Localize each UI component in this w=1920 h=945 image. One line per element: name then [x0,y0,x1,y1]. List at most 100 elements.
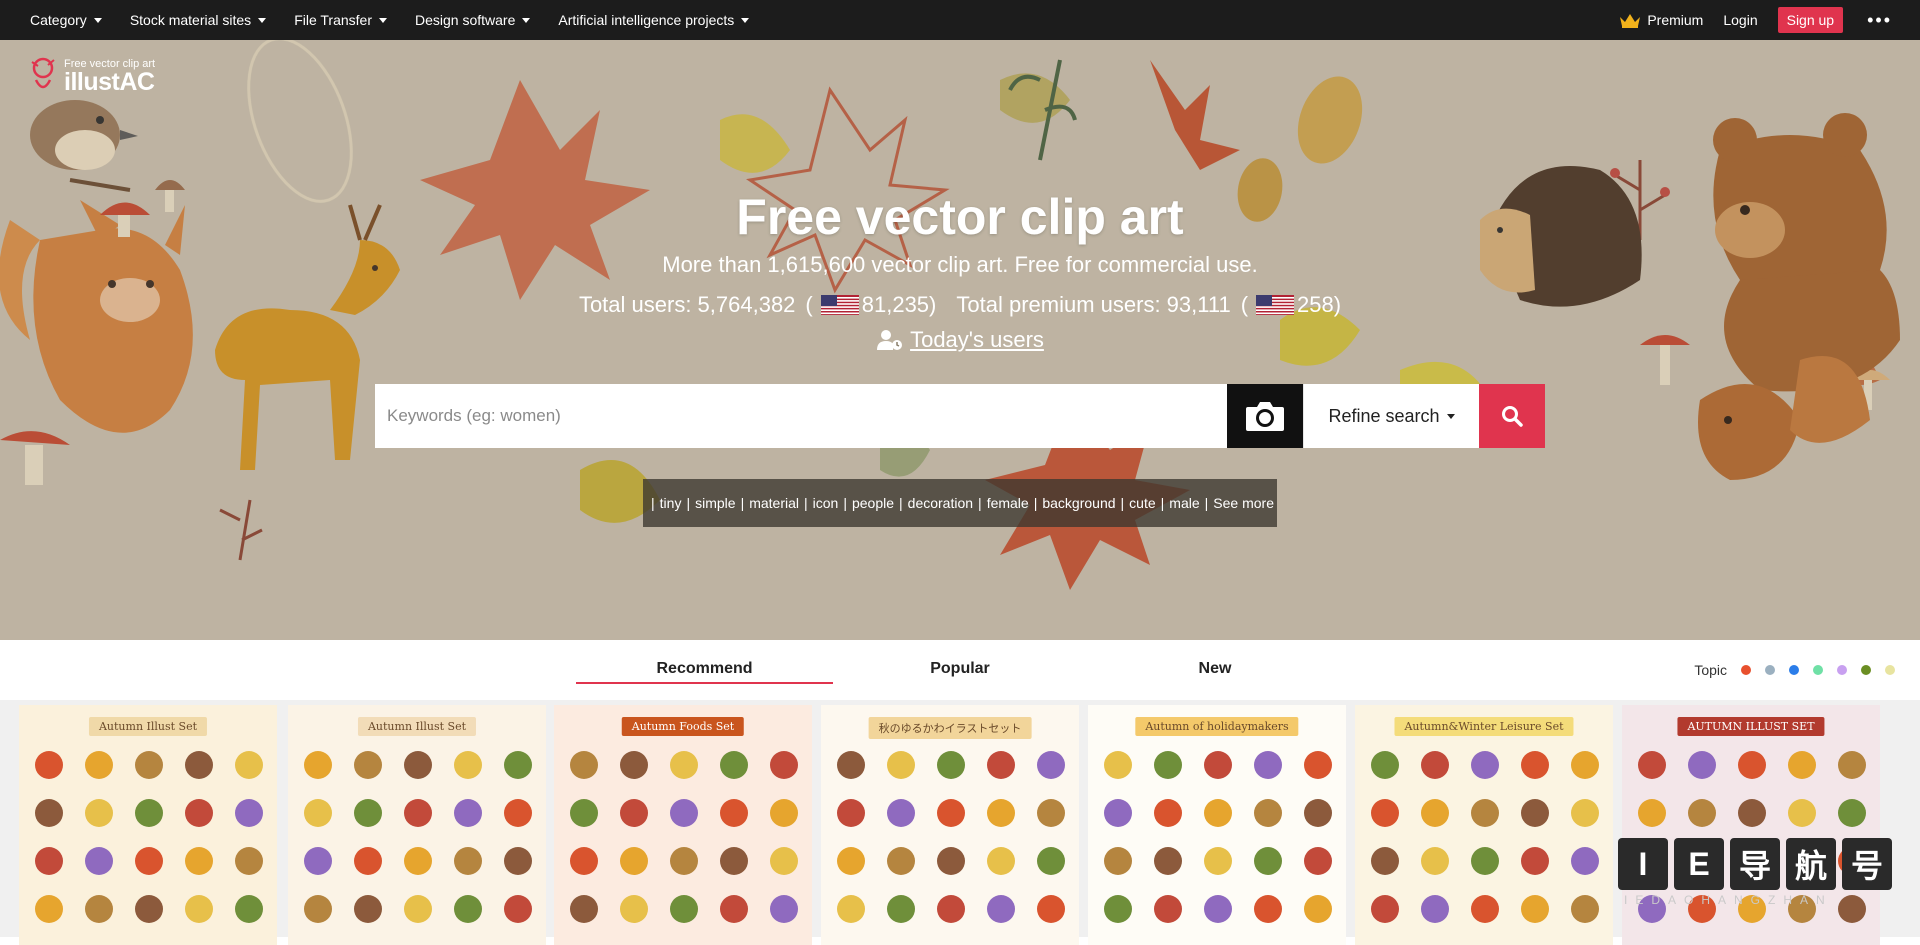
tag-separator: | [686,495,691,511]
clipart-item [35,847,63,875]
clipart-thumbnail [1371,751,1599,923]
clipart-item [770,799,798,827]
open-paren: ( [805,292,813,317]
tag-link[interactable]: tiny [660,495,682,511]
clipart-item [1638,751,1666,779]
watermark-subtext: IEDAOHANGZHAN [1624,893,1833,907]
tag-separator: | [1033,495,1038,511]
illustration-card[interactable]: Autumn Illust Set [19,705,277,945]
image-search-button[interactable] [1227,384,1303,448]
clipart-item [887,751,915,779]
topic-color-dot[interactable] [1885,665,1895,675]
clipart-item [620,799,648,827]
clipart-item [987,847,1015,875]
todays-users-link[interactable]: Today's users [910,327,1044,353]
clipart-item [937,799,965,827]
search-button[interactable] [1479,384,1545,448]
clipart-item [135,751,163,779]
clipart-thumbnail [1104,751,1332,923]
topic-color-dot[interactable] [1765,665,1775,675]
clipart-item [1254,847,1282,875]
clipart-item [1254,751,1282,779]
card-title-banner: 秋のゆるかわイラストセット [868,717,1032,739]
clipart-item [85,751,113,779]
chevron-down-icon [93,17,102,23]
nav-right-menu: Premium Login Sign up ••• [1599,7,1892,33]
tag-link[interactable]: people [852,495,894,511]
clipart-item [1204,799,1232,827]
tab-new[interactable]: New [1115,660,1315,678]
nav-ai-projects-dropdown[interactable]: Artificial intelligence projects [558,12,750,28]
logo-wordmark: illustAC [64,67,155,96]
clipart-item [937,751,965,779]
topic-color-dot[interactable] [1741,665,1751,675]
tab-popular[interactable]: Popular [860,660,1060,678]
login-link[interactable]: Login [1723,12,1757,28]
clipart-item [1371,895,1399,923]
tag-link[interactable]: female [987,495,1029,511]
premium-label: Premium [1647,12,1704,28]
hero-banner: Free vector clip art illustAC Free vecto… [0,40,1920,640]
popular-tags-bar: | tiny | simple | material | icon | people | … [643,479,1277,527]
card-title-banner: Autumn Illust Set [357,717,477,736]
clipart-item [837,895,865,923]
illustration-card[interactable]: 秋のゆるかわイラストセット [821,705,1079,945]
clipart-item [235,895,263,923]
clipart-item [1037,895,1065,923]
nav-design-software-dropdown[interactable]: Design software [415,12,531,28]
clipart-item [1738,751,1766,779]
top-navigation-bar: Category Stock material sites File Trans… [0,0,1920,40]
clipart-item [354,847,382,875]
more-menu-icon[interactable]: ••• [1867,10,1892,31]
card-title-banner: Autumn of holidaymakers [1135,717,1299,736]
illustration-card[interactable]: Autumn of holidaymakers [1088,705,1346,945]
clipart-item [1371,799,1399,827]
clipart-item [1204,847,1232,875]
premium-users-stat: Total premium users: 93,111 [956,292,1231,317]
clipart-thumbnail [837,751,1065,923]
clipart-item [1304,751,1332,779]
tag-link[interactable]: background [1042,495,1115,511]
illustration-card[interactable]: Autumn Illust Set [288,705,546,945]
tag-link[interactable]: material [749,495,799,511]
signup-button[interactable]: Sign up [1777,7,1844,33]
topic-color-dot[interactable] [1837,665,1847,675]
tag-separator: | [899,495,903,511]
topic-color-dot[interactable] [1861,665,1871,675]
tag-link[interactable]: decoration [908,495,973,511]
see-more-link[interactable]: See more [1213,495,1274,511]
nav-category-dropdown[interactable]: Category [30,12,102,28]
topic-color-dot[interactable] [1813,665,1823,675]
refine-search-dropdown[interactable]: Refine search [1303,384,1479,448]
topic-color-dot[interactable] [1789,665,1799,675]
tag-link[interactable]: male [1169,495,1199,511]
illustration-card[interactable]: Autumn&Winter Leisure Set [1355,705,1613,945]
nav-stock-sites-dropdown[interactable]: Stock material sites [130,12,267,28]
illustration-card[interactable]: Autumn Foods Set [554,705,812,945]
premium-users-us-stat: 258) [1297,292,1342,317]
clipart-item [504,847,532,875]
illustac-logo[interactable]: Free vector clip art illustAC [28,54,155,98]
clipart-item [1688,799,1716,827]
clipart-item [1154,799,1182,827]
clipart-item [354,895,382,923]
nav-file-transfer-dropdown[interactable]: File Transfer [294,12,387,28]
chevron-down-icon [1446,413,1455,419]
clipart-item [1521,751,1549,779]
clipart-item [135,799,163,827]
premium-link[interactable]: Premium [1619,12,1703,28]
tag-link[interactable]: simple [695,495,735,511]
clipart-item [1104,799,1132,827]
illustration-card[interactable]: AUTUMN ILLUST SET [1622,705,1880,945]
clipart-item [837,799,865,827]
tag-separator: | [651,495,655,511]
tab-recommend[interactable]: Recommend [576,660,833,678]
tag-link[interactable]: cute [1129,495,1155,511]
clipart-item [720,799,748,827]
illustac-logo-icon [31,57,55,89]
tag-link[interactable]: icon [813,495,839,511]
clipart-item [185,799,213,827]
search-input[interactable] [375,384,1227,448]
clipart-item [887,895,915,923]
clipart-item [454,751,482,779]
